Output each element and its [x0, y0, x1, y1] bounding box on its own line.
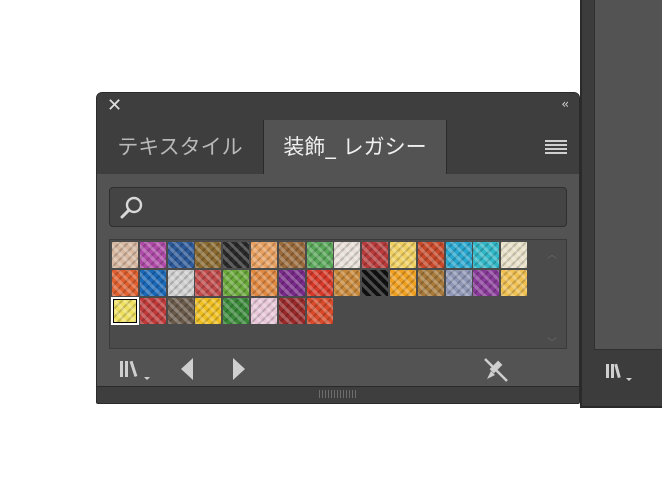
right-docked-panel [580, 0, 662, 408]
swatch-item[interactable] [223, 270, 250, 296]
swatch-item[interactable] [139, 242, 166, 268]
swatch-grid: ︿ ﹀ [109, 239, 567, 349]
swatch-item[interactable] [473, 270, 500, 296]
collapse-icon[interactable]: ‹‹ [561, 97, 568, 111]
swatch-item[interactable] [390, 270, 416, 296]
swatch-item[interactable] [167, 298, 194, 324]
search-input[interactable] [150, 194, 554, 222]
tab-textile[interactable]: テキスタイル [97, 120, 263, 174]
swatch-item[interactable] [139, 270, 166, 296]
library-icon[interactable] [117, 355, 153, 383]
swatch-item[interactable] [445, 242, 472, 268]
swatch-item[interactable] [417, 242, 444, 268]
swatch-item[interactable] [167, 242, 194, 268]
remove-brush-icon[interactable] [481, 355, 511, 383]
swatch-item[interactable] [334, 270, 361, 296]
swatch-item[interactable] [251, 298, 277, 324]
swatch-item[interactable] [111, 297, 139, 325]
swatch-item[interactable] [278, 242, 305, 268]
swatch-item[interactable] [501, 242, 528, 268]
brushes-panel: ✕ ‹‹ テキスタイル 装飾_ レガシー ︿ ﹀ [96, 92, 580, 404]
swatch-item[interactable] [112, 270, 138, 296]
resize-grip[interactable] [97, 386, 579, 403]
swatch-item[interactable] [306, 298, 333, 324]
panel-bottom-toolbar [97, 351, 579, 387]
swatch-item[interactable] [362, 242, 389, 268]
scroll-down-icon[interactable]: ﹀ [544, 334, 560, 349]
swatch-item[interactable] [278, 270, 305, 296]
swatch-item[interactable] [167, 270, 194, 296]
search-icon [120, 196, 143, 219]
swatch-item[interactable] [306, 242, 333, 268]
swatch-item[interactable] [223, 242, 250, 268]
swatch-item[interactable] [251, 270, 277, 296]
right-panel-content [594, 0, 662, 350]
previous-icon[interactable] [177, 355, 199, 383]
swatch-item[interactable] [251, 242, 277, 268]
swatch-item[interactable] [195, 242, 222, 268]
swatch-item[interactable] [278, 298, 305, 324]
swatch-item[interactable] [195, 270, 222, 296]
panel-titlebar[interactable]: ✕ ‹‹ [97, 93, 579, 120]
swatch-item[interactable] [362, 270, 389, 296]
swatch-item[interactable] [306, 270, 333, 296]
next-icon[interactable] [227, 355, 249, 383]
panel-menu-icon[interactable] [545, 140, 567, 154]
search-field[interactable] [109, 187, 567, 227]
swatch-item[interactable] [445, 270, 472, 296]
swatch-item[interactable] [112, 242, 138, 268]
swatch-item[interactable] [334, 242, 361, 268]
tab-decorative-legacy[interactable]: 装飾_ レガシー [263, 120, 447, 174]
swatch-item[interactable] [473, 242, 500, 268]
tab-bar: テキスタイル 装飾_ レガシー [97, 120, 579, 174]
swatch-item[interactable] [390, 242, 416, 268]
swatch-item[interactable] [139, 298, 166, 324]
swatch-item[interactable] [501, 270, 528, 296]
swatch-item[interactable] [195, 298, 222, 324]
swatch-item[interactable] [223, 298, 250, 324]
swatch-item[interactable] [417, 270, 444, 296]
scroll-up-icon[interactable]: ︿ [544, 246, 560, 261]
library-icon[interactable] [604, 360, 634, 384]
close-icon[interactable]: ✕ [107, 96, 122, 116]
